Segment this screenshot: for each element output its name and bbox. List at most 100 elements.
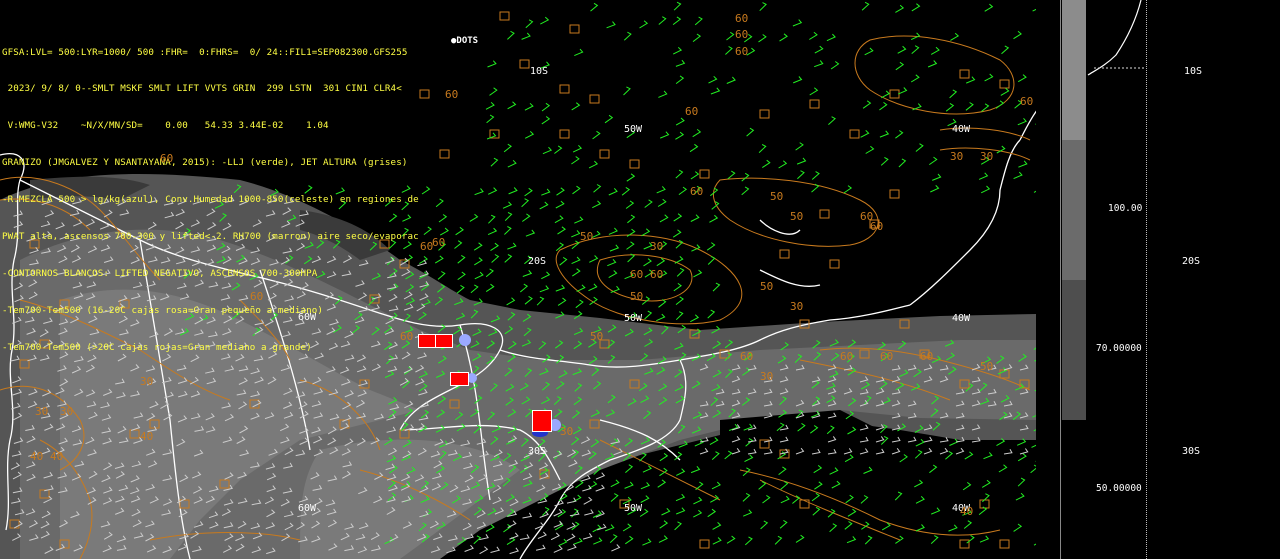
wind-barb [860,130,870,138]
wind-barb [625,464,634,473]
lon-label: 60W [298,312,317,323]
wind-barb [706,242,716,251]
wind-barb [676,267,685,277]
contour-label: 30 [760,370,774,383]
wind-barb [711,481,721,490]
wind-barb [555,284,566,292]
wind-barb [589,255,599,263]
wind-barb [758,144,767,153]
wind-barb [605,524,615,532]
lat-label: 20S [1182,256,1201,267]
wind-barb [843,185,853,194]
wind-barb [712,537,722,545]
dots-tag: ●DOTS [451,36,479,46]
wind-barb [610,493,619,502]
wind-barb [895,61,905,71]
wind-barb [950,32,960,41]
wind-barb [642,538,652,546]
wind-barb [712,282,721,292]
wind-barb [485,101,495,110]
map-area: GFSA:LVL= 500:LYR=1000/ 500 :FHR= 0:FHRS… [0,0,1036,559]
wind-barb [507,520,517,529]
contour-label: 30 [650,240,664,253]
wind-barb [778,466,787,475]
wind-barb [915,143,924,152]
wind-barb [998,464,1008,473]
wind-barb [609,534,618,543]
wind-barb [929,464,938,474]
contour-label: 60 [160,152,174,165]
wind-barb [710,494,720,503]
wind-barb [692,33,702,42]
contour-label: 60 [400,330,414,343]
wind-barb [845,494,854,504]
wind-barb [690,171,700,180]
wind-barb [911,3,921,12]
wind-barb [979,535,990,543]
wind-barb [980,185,991,194]
wind-barb [675,131,685,140]
wind-barb [693,509,703,518]
wind-barb [923,447,933,455]
wind-barb [535,544,546,551]
wind-barb [914,479,924,488]
wind-barb [758,481,767,490]
wind-barb [923,436,933,443]
wind-barb [673,1,682,11]
wind-barb [641,228,651,237]
wind-barb [626,241,635,250]
wind-barb [930,46,940,55]
wind-barb [915,496,925,504]
header-line: -CONTORNOS BLANCOS: LIFTED NEGATIVO, ASC… [2,267,318,279]
wind-barb [809,87,819,96]
wind-barb [965,102,974,111]
wind-barb [525,229,536,237]
wind-barb [779,519,788,529]
panel-divider [1060,0,1061,559]
wind-barb [595,484,605,492]
wind-barb [519,283,529,293]
wind-barb [796,157,807,165]
wind-barb [724,450,733,460]
wind-barb [507,30,515,40]
lat-label: 10S [1184,66,1203,77]
wind-barb [640,495,650,503]
lon-label: 40W [952,124,971,135]
wind-barb [524,102,534,111]
contour-label: 60 [250,290,264,303]
wind-barb [423,226,432,235]
wind-barb [793,76,803,84]
wind-barb [708,75,718,84]
contour-label: 60 [880,350,894,363]
wind-barb [640,482,651,490]
wind-barb [456,284,465,294]
wind-barb [541,271,551,280]
lon-label: 50W [624,124,643,135]
wind-barb [656,186,666,194]
wind-barb [811,183,820,193]
wind-barb [539,285,550,293]
wind-barb [675,117,685,126]
wind-barb [875,436,885,443]
wind-barb [588,283,598,292]
wind-barb [741,186,750,196]
wind-barb [457,254,466,264]
wind-barb [910,74,920,83]
scale-segment [1062,0,1086,140]
wind-barb [574,48,584,57]
wind-barb [780,495,790,504]
wind-barb [744,536,753,546]
header-line: GRANIZO (JMGALVEZ Y NSANTAYANA, 2015): -… [2,157,408,169]
header-line: -Tem700-Tem500 (>20C cajas rojas=Gran me… [2,341,312,353]
scale-segment [1062,280,1086,420]
wind-barb [537,531,547,540]
wind-barb [550,532,560,541]
wind-barb [939,447,949,455]
wind-barb [945,102,955,112]
wind-barb [1017,477,1026,487]
wind-barb [457,271,466,281]
wind-barb [609,244,620,252]
wind-barb [828,116,836,125]
contour-label: 60 [650,268,664,281]
map-header: GFSA:LVL= 500:LYR=1000/ 500 :FHR= 0:FHRS… [2,22,419,379]
